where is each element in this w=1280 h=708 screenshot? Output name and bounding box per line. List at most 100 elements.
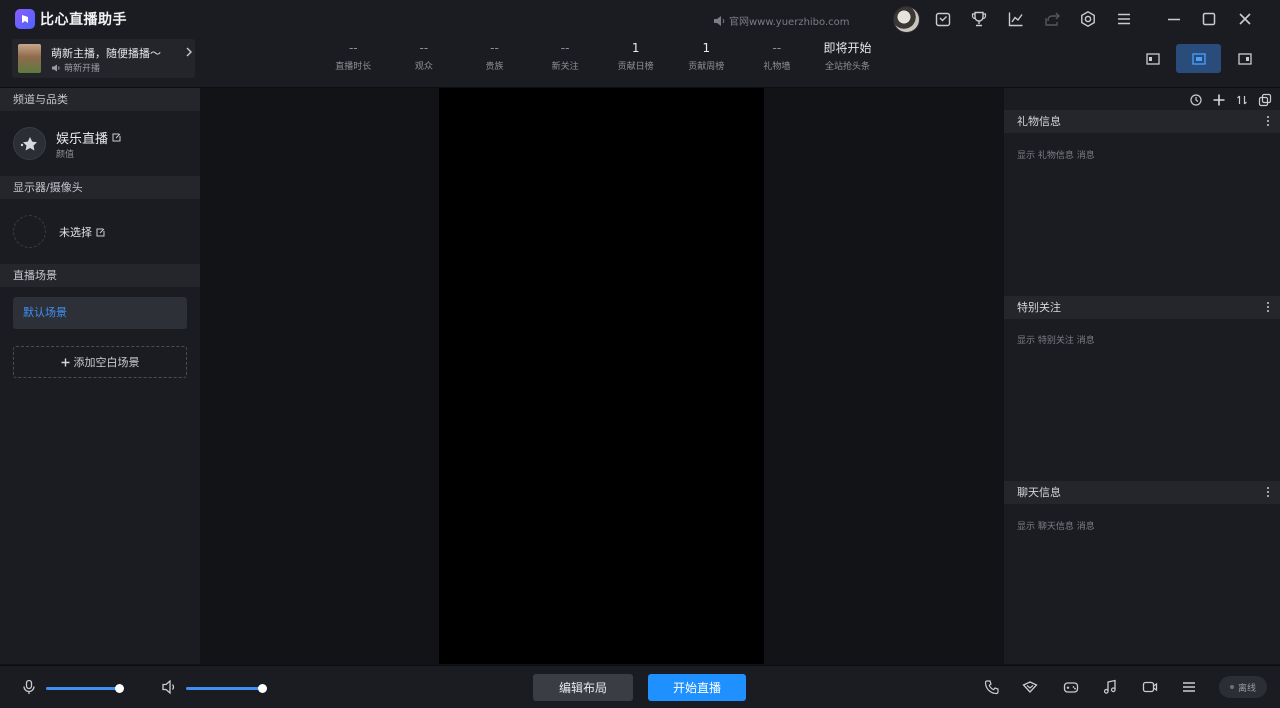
stat-label: 礼物墙 [763, 62, 791, 72]
user-avatar[interactable] [893, 6, 920, 33]
more-vertical-icon[interactable] [1266, 115, 1270, 127]
mic-volume-slider[interactable] [46, 684, 124, 693]
host-name: 萌新主播，随便播播～ [51, 47, 161, 60]
speaker-small-icon [52, 64, 60, 71]
plus-icon [61, 358, 69, 366]
scene-section-header: 直播场景 [0, 264, 200, 287]
stat-headline[interactable]: 即将开始 全站抢头条 [812, 40, 883, 80]
stat-viewers[interactable]: -- 观众 [389, 40, 460, 80]
official-site-text: 官网www.yuerzhibo.com [729, 17, 850, 28]
stat-weekly-rank[interactable]: 1 贡献周榜 [671, 40, 742, 80]
stat-label: 贡献周榜 [688, 62, 725, 72]
stat-nobles[interactable]: -- 贵族 [459, 40, 530, 80]
panel-title: 礼物信息 [1017, 115, 1061, 128]
channel-icon[interactable] [13, 127, 46, 160]
speaker-notice-icon [714, 15, 725, 26]
live-preview-canvas[interactable] [439, 88, 764, 664]
stat-value: 即将开始 [823, 41, 872, 55]
layout-right-button[interactable] [1222, 44, 1267, 73]
panel-title: 聊天信息 [1017, 486, 1061, 499]
app-logo-icon [15, 9, 35, 29]
speaker-volume-knob[interactable] [258, 684, 267, 693]
chat-info-hint: 显示 聊天信息 消息 [1017, 522, 1095, 532]
mic-volume-fill [46, 687, 119, 690]
pk-battle-icon[interactable] [1022, 679, 1038, 695]
edit-icon [96, 228, 105, 236]
top-bar: 比心直播助手 官网www.yuerzhibo.com 萌新主播，随便播播～ 萌新… [0, 0, 1280, 88]
layout-center-button[interactable] [1176, 44, 1221, 73]
stat-label: 观众 [414, 62, 433, 72]
scene-item-default[interactable]: 默认场景 [13, 297, 187, 329]
analytics-chart-icon[interactable] [1007, 10, 1025, 28]
menu-icon[interactable] [1115, 10, 1133, 28]
stat-value: 1 [702, 41, 711, 55]
video-camera-icon[interactable] [1142, 679, 1158, 695]
gift-info-panel-header: 礼物信息 [1004, 110, 1280, 133]
host-subtitle-row: 萌新开播 [51, 61, 100, 74]
speaker-volume-icon[interactable] [161, 679, 177, 695]
channel-name-row[interactable]: 娱乐直播 [56, 128, 121, 147]
special-follow-panel-header: 特别关注 [1004, 296, 1280, 319]
stat-label: 贡献日榜 [617, 62, 654, 72]
stat-duration[interactable]: -- 直播时长 [318, 40, 389, 80]
speaker-volume-fill [186, 687, 262, 690]
close-icon[interactable] [1236, 10, 1254, 28]
official-site-notice[interactable]: 官网www.yuerzhibo.com [713, 13, 850, 28]
music-note-icon[interactable] [1102, 679, 1118, 695]
panel-title: 特别关注 [1017, 301, 1061, 314]
right-panel-toolbar [1189, 93, 1272, 107]
start-live-button[interactable]: 开始直播 [648, 674, 746, 701]
channel-section-header: 频道与品类 [0, 88, 200, 111]
stat-new-followers[interactable]: -- 新关注 [530, 40, 601, 80]
phone-call-icon[interactable] [984, 679, 1000, 695]
status-dot [1229, 685, 1234, 689]
speaker-volume-slider[interactable] [186, 684, 267, 693]
more-vertical-icon[interactable] [1266, 301, 1270, 313]
add-plus-icon[interactable] [1212, 93, 1226, 107]
chevron-right-icon [186, 47, 192, 57]
layout-right-icon [1237, 52, 1252, 65]
status-label: 离线 [1237, 683, 1256, 694]
stat-value: -- [348, 41, 358, 55]
channel-category: 颜值 [56, 150, 75, 160]
left-panel: 频道与品类 娱乐直播 颜值 显示器/摄像头 未选择 直播场景 默认场景 添加空白… [0, 88, 200, 664]
layout-left-icon [1145, 52, 1160, 65]
trophy-icon[interactable] [970, 10, 988, 28]
gamepad-icon[interactable] [1063, 679, 1079, 695]
app-title: 比心直播助手 [40, 12, 127, 28]
stat-gift-wall[interactable]: -- 礼物墙 [742, 40, 813, 80]
host-card[interactable]: 萌新主播，随便播播～ 萌新开播 [12, 39, 195, 78]
more-vertical-icon[interactable] [1266, 486, 1270, 498]
edit-layout-button[interactable]: 编辑布局 [533, 674, 633, 701]
share-icon[interactable] [1043, 10, 1061, 28]
camera-value: 未选择 [59, 226, 92, 239]
stat-daily-rank[interactable]: 1 贡献日榜 [600, 40, 671, 80]
maximize-icon[interactable] [1200, 10, 1218, 28]
edit-icon [112, 133, 121, 142]
host-thumbnail [18, 44, 41, 73]
layout-center-icon [1191, 52, 1206, 65]
sort-icon[interactable] [1235, 93, 1249, 107]
live-stats: -- 直播时长 -- 观众 -- 贵族 -- 新关注 1 贡献日榜 1 贡献周榜 -- 礼物墙… [318, 40, 883, 80]
host-subtitle: 萌新开播 [64, 64, 101, 74]
popout-window-icon[interactable] [1258, 93, 1272, 107]
add-blank-scene-button[interactable]: 添加空白场景 [13, 346, 187, 378]
stat-value: -- [560, 41, 570, 55]
shopping-bag-icon[interactable] [934, 10, 952, 28]
layout-left-button[interactable] [1130, 44, 1175, 73]
chat-info-panel-header: 聊天信息 [1004, 481, 1280, 504]
more-menu-icon[interactable] [1181, 679, 1197, 695]
settings-gear-icon[interactable] [1079, 10, 1097, 28]
mic-volume-knob[interactable] [114, 684, 124, 693]
camera-placeholder[interactable] [13, 215, 46, 248]
minimize-icon[interactable] [1165, 10, 1183, 28]
add-scene-label: 添加空白场景 [73, 356, 140, 369]
history-icon[interactable] [1189, 93, 1203, 107]
stat-value: -- [490, 41, 499, 55]
right-panel: 礼物信息 显示 礼物信息 消息 特别关注 显示 特别关注 消息 聊天信息 显示 … [1004, 88, 1280, 664]
gift-info-hint: 显示 礼物信息 消息 [1017, 151, 1095, 161]
camera-select-row[interactable]: 未选择 [59, 224, 105, 240]
special-follow-hint: 显示 特别关注 消息 [1017, 336, 1095, 346]
microphone-icon[interactable] [21, 679, 37, 695]
game-star-icon [20, 136, 37, 150]
